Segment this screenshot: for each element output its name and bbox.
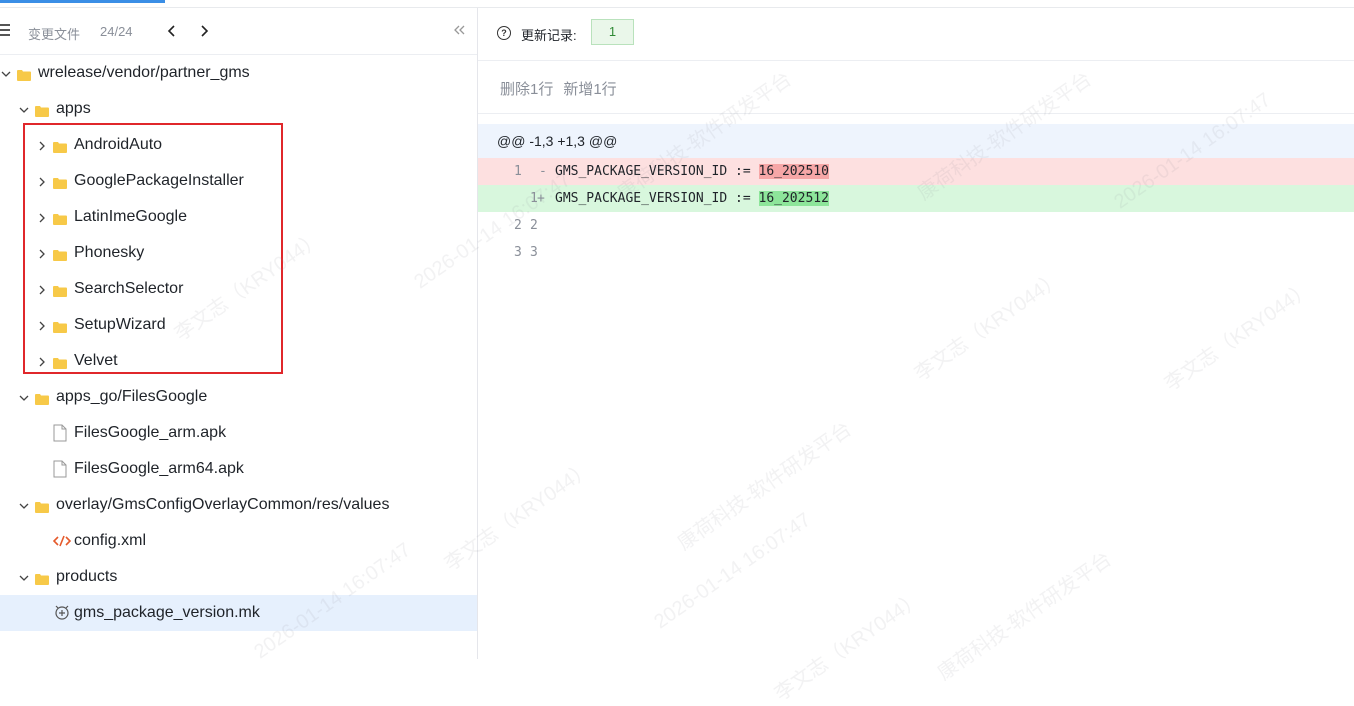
file-icon: [53, 424, 67, 442]
changed-token: 16_202512: [758, 191, 829, 206]
tree-folder-row[interactable]: overlay/GmsConfigOverlayCommon/res/value…: [0, 487, 477, 523]
revision-selector[interactable]: 1: [591, 19, 634, 45]
prev-file-button[interactable]: [164, 22, 180, 40]
hunk-header: @@ -1,3 +1,3 @@: [478, 124, 1354, 158]
diff-context-line: 22: [478, 212, 1354, 239]
old-line-number: 2: [514, 218, 522, 233]
chevron-down-icon[interactable]: [18, 103, 30, 115]
tree-item-label: wrelease/vendor/partner_gms: [38, 64, 250, 81]
makefile-icon: [53, 604, 69, 622]
code-prefix: GMS_PACKAGE_VERSION_ID :=: [555, 164, 759, 179]
tree-folder-row[interactable]: apps: [0, 91, 477, 127]
help-icon[interactable]: ?: [497, 26, 511, 40]
diff-context-line: 33: [478, 239, 1354, 266]
chevron-down-icon[interactable]: [0, 67, 12, 79]
new-line-number: 2: [530, 218, 538, 233]
tree-item-label: apps_go/FilesGoogle: [56, 388, 208, 405]
menu-icon[interactable]: [0, 21, 10, 41]
code-prefix: GMS_PACKAGE_VERSION_ID :=: [555, 191, 759, 206]
xml-file-icon: [52, 532, 72, 550]
code-text: GMS_PACKAGE_VERSION_ID := 16_202510: [555, 164, 829, 179]
tree-item-label: FilesGoogle_arm.apk: [74, 424, 227, 441]
chevron-down-icon[interactable]: [18, 499, 30, 511]
tree-folder-row[interactable]: apps_go/FilesGoogle: [0, 379, 477, 415]
history-label: 更新记录:: [521, 28, 577, 43]
annotation-highlight-box: [23, 123, 283, 374]
collapse-panel-icon[interactable]: [451, 21, 467, 39]
tree-folder-row[interactable]: wrelease/vendor/partner_gms: [0, 55, 477, 91]
summary-divider: [478, 113, 1354, 114]
diff-marker: -: [539, 164, 547, 179]
tree-file-row[interactable]: FilesGoogle_arm.apk: [0, 415, 477, 451]
changed-files-title: 变更文件: [28, 27, 81, 42]
folder-icon: [35, 572, 49, 585]
folder-icon: [35, 104, 49, 117]
folder-icon: [35, 500, 49, 513]
code-text: GMS_PACKAGE_VERSION_ID := 16_202512: [555, 191, 829, 206]
old-line-number: 1: [514, 164, 522, 179]
hunk-header-text: @@ -1,3 +1,3 @@: [497, 133, 618, 149]
tree-item-label: apps: [56, 100, 91, 117]
tree-file-row[interactable]: FilesGoogle_arm64.apk: [0, 451, 477, 487]
chevron-down-icon[interactable]: [18, 391, 30, 403]
changed-token: 16_202510: [758, 164, 829, 179]
next-file-button[interactable]: [196, 22, 212, 40]
diff-summary: 删除1行 新增1行: [500, 78, 627, 99]
tree-item-label: config.xml: [74, 532, 147, 549]
added-lines-count: 新增1行: [563, 81, 617, 98]
active-tab-indicator: [0, 0, 165, 3]
diff-panel: ? 更新记录: 1 删除1行 新增1行 @@ -1,3 +1,3 @@ 1 - GMS…: [478, 8, 1354, 659]
diff-marker: +: [537, 191, 545, 206]
changed-files-header: 变更文件 24/24: [0, 8, 477, 55]
folder-icon: [35, 392, 49, 405]
tree-file-row[interactable]: config.xml: [0, 523, 477, 559]
diff-added-line: 1 + GMS_PACKAGE_VERSION_ID := 16_202512: [478, 185, 1354, 212]
diff-header: ? 更新记录: 1: [478, 8, 1354, 61]
file-count: 24/24: [100, 24, 133, 39]
tree-item-label: overlay/GmsConfigOverlayCommon/res/value…: [56, 496, 390, 513]
old-line-number: 3: [514, 245, 522, 260]
file-icon: [53, 460, 67, 478]
tree-item-label: gms_package_version.mk: [74, 604, 260, 621]
tree-folder-row[interactable]: products: [0, 559, 477, 595]
deleted-lines-count: 删除1行: [500, 81, 554, 98]
chevron-down-icon[interactable]: [18, 571, 30, 583]
folder-icon: [17, 68, 31, 81]
tree-file-row[interactable]: gms_package_version.mk: [0, 595, 477, 631]
diff-deleted-line: 1 - GMS_PACKAGE_VERSION_ID := 16_202510: [478, 158, 1354, 185]
new-line-number: 3: [530, 245, 538, 260]
tree-item-label: products: [56, 568, 118, 585]
tree-item-label: FilesGoogle_arm64.apk: [74, 460, 244, 477]
